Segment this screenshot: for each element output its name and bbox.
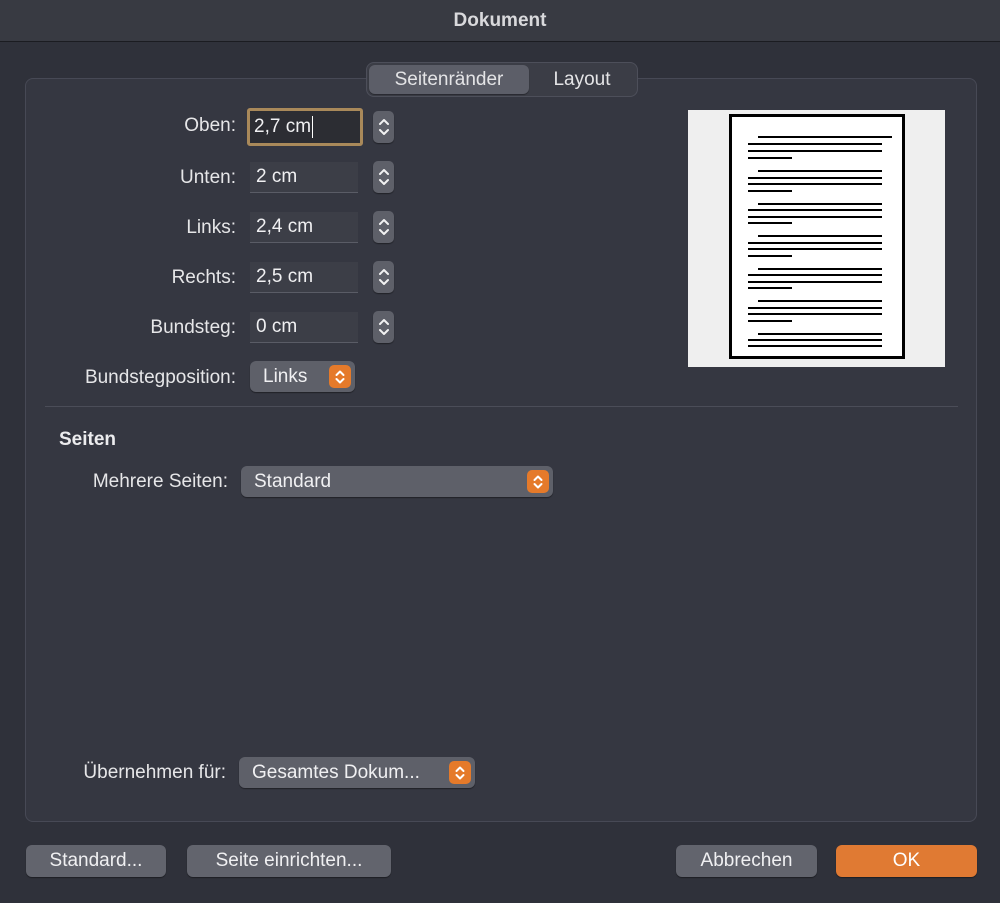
gutter-position-value: Links	[263, 365, 308, 387]
tab-layout[interactable]: Layout	[529, 65, 635, 94]
page-preview	[688, 110, 945, 367]
multiple-pages-label: Mehrere Seiten:	[92, 471, 228, 492]
right-margin-field[interactable]: 2,5 cm	[250, 262, 358, 293]
text-caret	[312, 116, 314, 138]
gutter-position-popup[interactable]: Links	[250, 361, 355, 392]
preview-text-line	[748, 339, 882, 341]
gutter-stepper[interactable]	[373, 311, 394, 343]
page-thumbnail	[729, 114, 905, 359]
preview-text-line	[748, 150, 882, 152]
preview-text-line	[758, 170, 882, 172]
stepper-arrows-icon	[378, 119, 389, 135]
preview-text-line	[748, 274, 882, 276]
stepper-arrows-icon	[378, 219, 389, 235]
preview-text-line	[748, 242, 882, 244]
preview-text-line	[748, 281, 882, 283]
page-setup-button[interactable]: Seite einrichten...	[187, 845, 391, 877]
preview-text-line	[748, 177, 882, 179]
left-margin-label: Links:	[186, 217, 236, 238]
stepper-arrows-icon	[378, 169, 389, 185]
section-divider	[45, 406, 958, 407]
bottom-margin-label: Unten:	[180, 167, 236, 188]
preview-text-line	[748, 143, 882, 145]
bottom-margin-stepper[interactable]	[373, 161, 394, 193]
popup-chevron-icon	[449, 761, 471, 784]
tab-margins[interactable]: Seitenränder	[369, 65, 529, 94]
gutter-position-label: Bundstegposition:	[84, 367, 236, 388]
preview-text-line	[748, 190, 792, 192]
cancel-button[interactable]: Abbrechen	[676, 845, 817, 877]
preview-text-line	[748, 307, 882, 309]
preview-text-line	[748, 216, 882, 218]
preview-text-line	[758, 300, 882, 302]
preview-text-line	[748, 248, 882, 250]
popup-chevron-icon	[527, 470, 549, 493]
multiple-pages-popup[interactable]: Standard	[241, 466, 553, 497]
apply-to-popup[interactable]: Gesamtes Dokum...	[239, 757, 475, 788]
preview-text-line	[758, 333, 882, 335]
default-button[interactable]: Standard...	[26, 845, 166, 877]
right-margin-stepper[interactable]	[373, 261, 394, 293]
title-bar: Dokument	[0, 0, 1000, 42]
tab-bar: Seitenränder Layout	[366, 62, 638, 97]
top-margin-value: 2,7 cm	[254, 116, 312, 137]
apply-to-value: Gesamtes Dokum...	[252, 761, 420, 783]
preview-text-line	[748, 313, 882, 315]
preview-text-line	[748, 320, 792, 322]
ok-button[interactable]: OK	[836, 845, 977, 877]
preview-text-line	[748, 287, 792, 289]
popup-chevron-icon	[329, 365, 351, 388]
top-margin-label: Oben:	[184, 115, 236, 136]
right-margin-value: 2,5 cm	[256, 266, 314, 287]
window-title: Dokument	[453, 9, 547, 31]
left-margin-value: 2,4 cm	[256, 216, 314, 237]
preview-text-line	[748, 255, 792, 257]
preview-text-line	[758, 203, 882, 205]
top-margin-field[interactable]: 2,7 cm	[247, 108, 363, 146]
gutter-label: Bundsteg:	[150, 317, 236, 338]
preview-text-line	[748, 345, 882, 347]
preview-text-line	[758, 136, 892, 138]
multiple-pages-value: Standard	[254, 470, 332, 492]
left-margin-field[interactable]: 2,4 cm	[250, 212, 358, 243]
preview-text-line	[748, 183, 882, 185]
bottom-margin-value: 2 cm	[256, 166, 298, 187]
stepper-arrows-icon	[378, 269, 389, 285]
gutter-field[interactable]: 0 cm	[250, 312, 358, 343]
right-margin-label: Rechts:	[171, 267, 236, 288]
apply-to-label: Übernehmen für:	[83, 762, 226, 783]
preview-text-line	[748, 157, 792, 159]
preview-text-line	[758, 235, 882, 237]
preview-text-line	[748, 222, 792, 224]
preview-text-line	[758, 268, 882, 270]
gutter-value: 0 cm	[256, 316, 298, 337]
pages-section-heading: Seiten	[59, 429, 117, 450]
left-margin-stepper[interactable]	[373, 211, 394, 243]
preview-text-line	[748, 209, 882, 211]
top-margin-stepper[interactable]	[373, 111, 394, 143]
bottom-margin-field[interactable]: 2 cm	[250, 162, 358, 193]
stepper-arrows-icon	[378, 319, 389, 335]
